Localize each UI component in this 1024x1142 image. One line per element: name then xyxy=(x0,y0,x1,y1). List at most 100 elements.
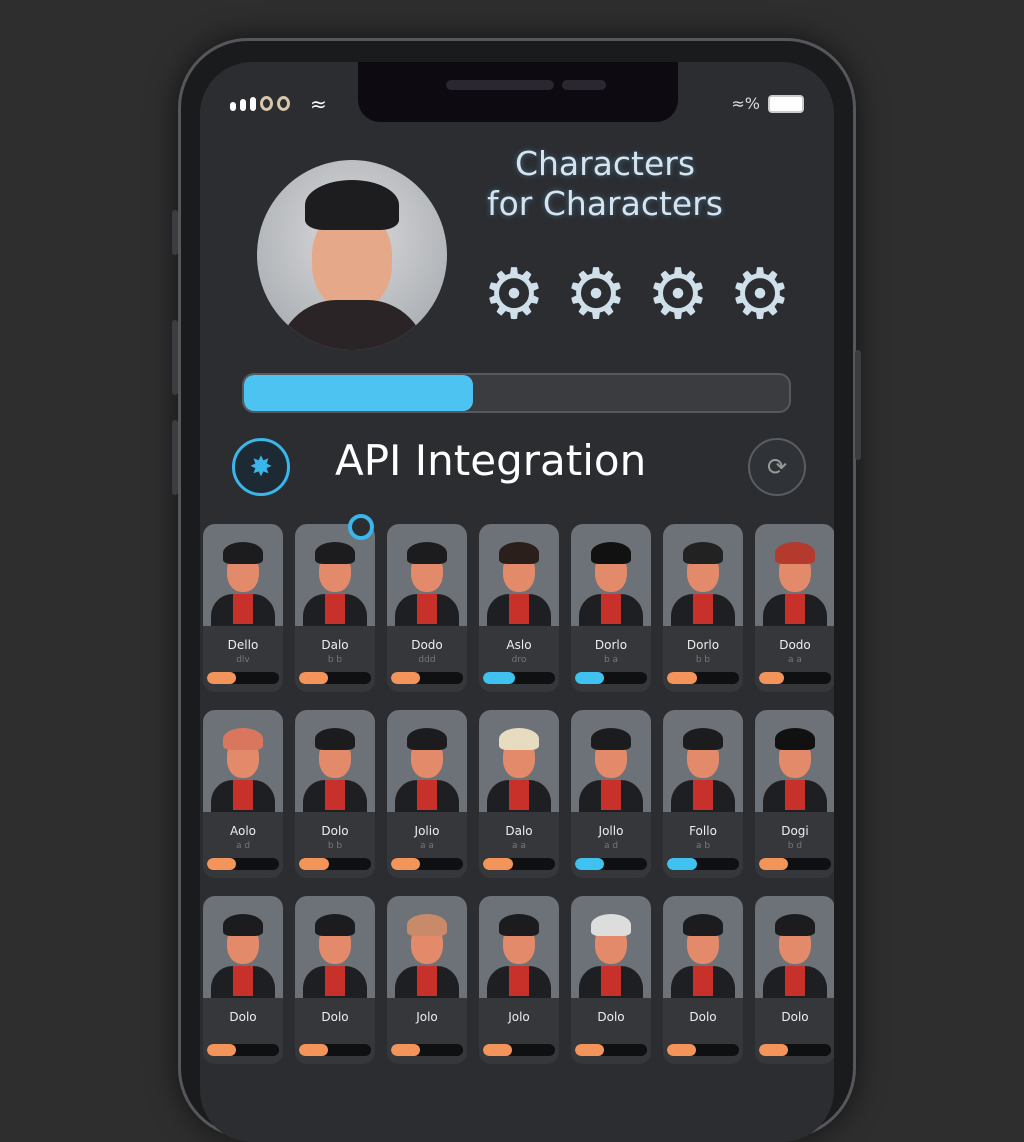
character-name: Dolo xyxy=(321,1010,349,1024)
character-portrait xyxy=(479,710,559,812)
character-name: Dodo xyxy=(411,638,443,652)
character-name: Dolo xyxy=(689,1010,717,1024)
character-card[interactable]: Jolo xyxy=(479,896,559,1064)
character-card[interactable]: Aolo a d xyxy=(203,710,283,878)
character-card[interactable]: Dogi b d xyxy=(755,710,834,878)
character-progress xyxy=(299,1044,371,1056)
character-name: Dolo xyxy=(229,1010,257,1024)
notification-dot xyxy=(348,514,374,540)
character-subtitle: a a xyxy=(420,841,434,851)
character-portrait xyxy=(571,896,651,998)
character-subtitle: a d xyxy=(235,841,251,851)
section-title: API Integration xyxy=(335,436,647,485)
network-icon[interactable]: ✸ xyxy=(232,438,290,496)
character-progress xyxy=(299,858,371,870)
character-progress-fill xyxy=(391,858,420,870)
character-portrait xyxy=(479,896,559,998)
character-subtitle: b b xyxy=(327,841,343,851)
character-card[interactable]: Dalo b b xyxy=(295,524,375,692)
signal-icon xyxy=(230,96,290,111)
character-card[interactable]: Dolo xyxy=(755,896,834,1064)
character-progress xyxy=(207,858,279,870)
speaker xyxy=(446,80,554,90)
character-subtitle: a a xyxy=(512,841,526,851)
character-portrait xyxy=(203,896,283,998)
character-card[interactable]: Dolo xyxy=(571,896,651,1064)
refresh-button[interactable]: ⟳ xyxy=(748,438,806,496)
character-portrait xyxy=(755,896,834,998)
character-portrait xyxy=(571,710,651,812)
gear-icon[interactable]: ⚙ xyxy=(644,259,712,329)
character-progress-fill xyxy=(575,1044,604,1056)
character-name: Dello xyxy=(227,638,259,652)
character-subtitle: a d xyxy=(603,841,619,851)
power-button xyxy=(855,350,861,460)
character-portrait xyxy=(203,524,283,626)
character-card[interactable]: Dolo xyxy=(295,896,375,1064)
character-subtitle: dlv xyxy=(236,655,250,665)
character-name: Aslo xyxy=(506,638,532,652)
character-name: Jolo xyxy=(416,1010,438,1024)
character-card[interactable]: Dolo xyxy=(663,896,743,1064)
character-portrait xyxy=(755,524,834,626)
character-progress-fill xyxy=(667,858,698,870)
gear-icon[interactable]: ⚙ xyxy=(726,259,794,329)
character-card[interactable]: Jolio a a xyxy=(387,710,467,878)
character-progress xyxy=(667,858,739,870)
character-progress-fill xyxy=(391,672,420,684)
character-card[interactable]: Dodo a a xyxy=(755,524,834,692)
character-subtitle: b b xyxy=(695,655,711,665)
character-card[interactable]: Jollo a d xyxy=(571,710,651,878)
notch xyxy=(358,62,678,122)
character-card[interactable]: Dolo b b xyxy=(295,710,375,878)
character-card[interactable]: Aslo dro xyxy=(479,524,559,692)
character-portrait xyxy=(479,524,559,626)
character-card[interactable]: Dolo xyxy=(203,896,283,1064)
character-progress-fill xyxy=(483,672,516,684)
character-card[interactable]: Dello dlv xyxy=(203,524,283,692)
character-card[interactable]: Dodo ddd xyxy=(387,524,467,692)
character-progress xyxy=(391,1044,463,1056)
gear-icon[interactable]: ⚙ xyxy=(480,259,548,329)
character-name: Dolo xyxy=(321,824,349,838)
character-progress-fill xyxy=(759,858,788,870)
character-name: Dodo xyxy=(779,638,811,652)
battery-icon xyxy=(768,94,804,113)
character-progress xyxy=(575,858,647,870)
settings-gears: ⚙ ⚙ ⚙ ⚙ xyxy=(480,259,794,329)
character-progress xyxy=(207,1044,279,1056)
character-portrait xyxy=(387,896,467,998)
character-progress-fill xyxy=(483,1044,512,1056)
character-progress xyxy=(391,858,463,870)
character-portrait xyxy=(203,710,283,812)
character-progress xyxy=(759,672,831,684)
character-progress-fill xyxy=(483,858,514,870)
gear-icon[interactable]: ⚙ xyxy=(562,259,630,329)
character-progress xyxy=(575,1044,647,1056)
wifi-icon: ≈ xyxy=(310,92,327,116)
main-progress-bar xyxy=(242,373,791,413)
character-portrait xyxy=(295,710,375,812)
character-portrait xyxy=(387,710,467,812)
character-card[interactable]: Dorlo b b xyxy=(663,524,743,692)
character-subtitle: b b xyxy=(327,655,343,665)
character-progress xyxy=(207,672,279,684)
character-card[interactable]: Dorlo b a xyxy=(571,524,651,692)
app-title: Characters for Characters xyxy=(470,144,740,224)
character-card[interactable]: Jolo xyxy=(387,896,467,1064)
character-name: Dalo xyxy=(321,638,349,652)
wifi-icon: ≈% xyxy=(731,94,760,113)
volume-up-button xyxy=(172,320,178,395)
character-progress xyxy=(483,672,555,684)
character-name: Dalo xyxy=(505,824,533,838)
character-subtitle: b a xyxy=(603,655,619,665)
character-card[interactable]: Dalo a a xyxy=(479,710,559,878)
screen: ≈ ≈% Characters for Characters ⚙ ⚙ ⚙ ⚙ ✸… xyxy=(200,62,834,1142)
character-portrait xyxy=(755,710,834,812)
character-card[interactable]: Follo a b xyxy=(663,710,743,878)
profile-avatar[interactable] xyxy=(257,160,447,350)
character-progress-fill xyxy=(207,1044,236,1056)
character-progress-fill xyxy=(299,672,328,684)
character-name: Dolo xyxy=(597,1010,625,1024)
character-progress-fill xyxy=(207,672,236,684)
